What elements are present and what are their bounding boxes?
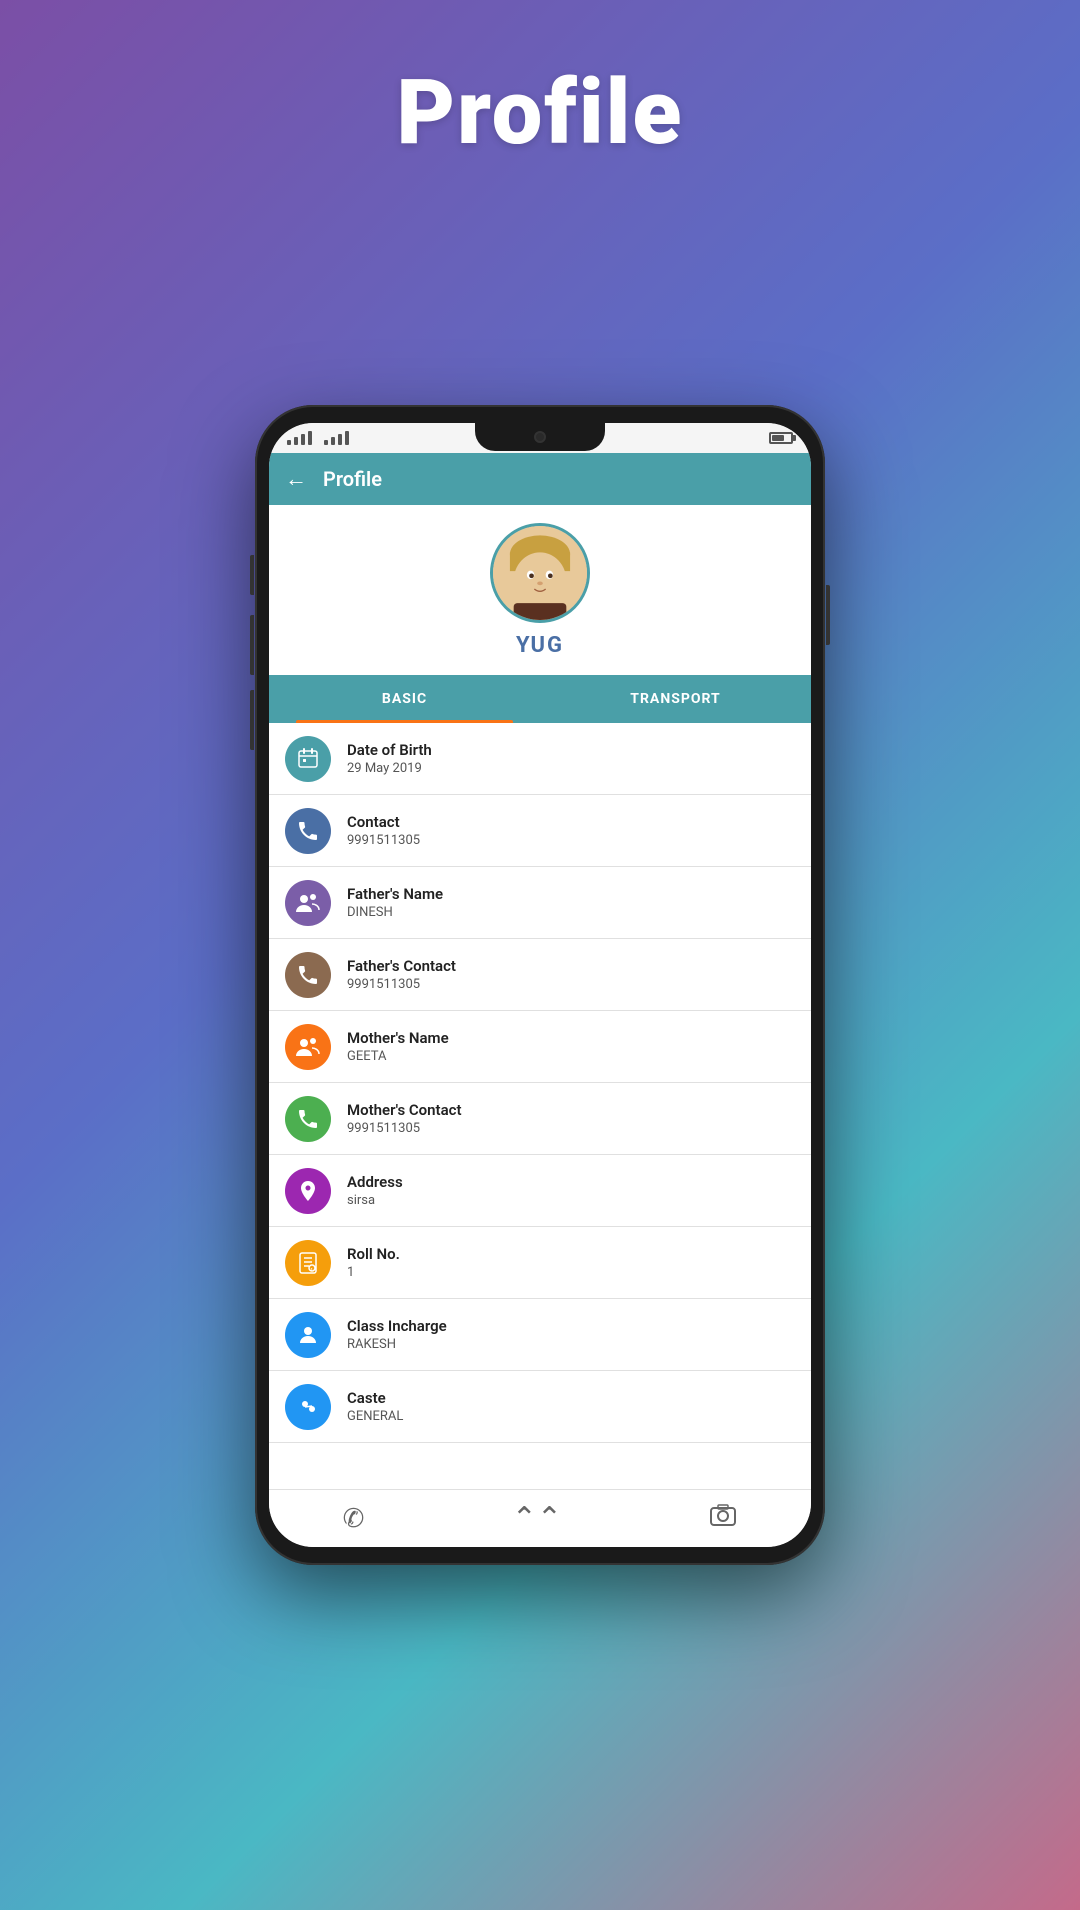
home-nav-icon[interactable]: ⌃⌃ bbox=[512, 1501, 562, 1536]
caste-value: GENERAL bbox=[347, 1409, 403, 1424]
signal-bar-5 bbox=[324, 440, 328, 445]
caste-icon bbox=[285, 1384, 331, 1430]
fathers-contact-icon bbox=[285, 952, 331, 998]
fathers-name-icon bbox=[285, 880, 331, 926]
battery-fill bbox=[772, 435, 784, 441]
tab-transport[interactable]: TRANSPORT bbox=[540, 675, 811, 723]
contact-value: 9991511305 bbox=[347, 833, 420, 848]
roll-no-label: Roll No. bbox=[347, 1245, 400, 1263]
address-text: Address sirsa bbox=[347, 1173, 403, 1208]
class-incharge-icon bbox=[285, 1312, 331, 1358]
list-item-caste: Caste GENERAL bbox=[269, 1371, 811, 1443]
dob-text: Date of Birth 29 May 2019 bbox=[347, 741, 432, 776]
fathers-name-value: DINESH bbox=[347, 905, 443, 920]
list-item-fathers-name: Father's Name DINESH bbox=[269, 867, 811, 939]
roll-no-value: 1 bbox=[347, 1265, 400, 1280]
list-item-roll-no: 1 Roll No. 1 bbox=[269, 1227, 811, 1299]
list-item-class-incharge: Class Incharge RAKESH bbox=[269, 1299, 811, 1371]
mothers-contact-label: Mother's Contact bbox=[347, 1101, 462, 1119]
signal-bar-3 bbox=[301, 434, 305, 445]
dob-label: Date of Birth bbox=[347, 741, 432, 759]
mothers-name-text: Mother's Name GEETA bbox=[347, 1029, 449, 1064]
fathers-contact-label: Father's Contact bbox=[347, 957, 456, 975]
list-item-address: Address sirsa bbox=[269, 1155, 811, 1227]
mothers-name-label: Mother's Name bbox=[347, 1029, 449, 1047]
caste-label: Caste bbox=[347, 1389, 403, 1407]
avatar-image bbox=[493, 526, 587, 620]
caste-text: Caste GENERAL bbox=[347, 1389, 403, 1424]
silent-button bbox=[250, 690, 254, 750]
page-title: Profile bbox=[397, 60, 684, 165]
fathers-contact-value: 9991511305 bbox=[347, 977, 456, 992]
address-icon bbox=[285, 1168, 331, 1214]
phone-device: ← Profile bbox=[255, 405, 825, 1565]
class-incharge-text: Class Incharge RAKESH bbox=[347, 1317, 447, 1352]
signal-bar-2 bbox=[294, 437, 298, 445]
student-name: YUG bbox=[516, 633, 564, 658]
list-item-mothers-contact: Mother's Contact 9991511305 bbox=[269, 1083, 811, 1155]
phone-screen: ← Profile bbox=[269, 423, 811, 1547]
contact-icon bbox=[285, 808, 331, 854]
signal-bar-1 bbox=[287, 440, 291, 445]
fathers-contact-text: Father's Contact 9991511305 bbox=[347, 957, 456, 992]
address-value: sirsa bbox=[347, 1193, 403, 1208]
list-item-dob: Date of Birth 29 May 2019 bbox=[269, 723, 811, 795]
fathers-name-label: Father's Name bbox=[347, 885, 443, 903]
tab-basic[interactable]: BASIC bbox=[269, 675, 540, 723]
mothers-contact-text: Mother's Contact 9991511305 bbox=[347, 1101, 462, 1136]
power-button bbox=[826, 585, 830, 645]
avatar bbox=[490, 523, 590, 623]
phone-nav-icon[interactable]: ✆ bbox=[343, 1504, 365, 1534]
class-incharge-label: Class Incharge bbox=[347, 1317, 447, 1335]
camera-nav-icon[interactable] bbox=[709, 1501, 737, 1536]
mothers-name-icon bbox=[285, 1024, 331, 1070]
mothers-name-value: GEETA bbox=[347, 1049, 449, 1064]
signal-bar-6 bbox=[331, 437, 335, 445]
front-camera bbox=[534, 431, 546, 443]
roll-no-text: Roll No. 1 bbox=[347, 1245, 400, 1280]
signal-bar-7 bbox=[338, 434, 342, 445]
mothers-contact-value: 9991511305 bbox=[347, 1121, 462, 1136]
list-item-fathers-contact: Father's Contact 9991511305 bbox=[269, 939, 811, 1011]
back-button[interactable]: ← bbox=[285, 466, 307, 492]
contact-label: Contact bbox=[347, 813, 420, 831]
profile-list: Date of Birth 29 May 2019 Contact 999151… bbox=[269, 723, 811, 1489]
mothers-contact-icon bbox=[285, 1096, 331, 1142]
svg-text:1: 1 bbox=[311, 1266, 313, 1271]
battery-icon bbox=[769, 432, 793, 444]
fathers-name-text: Father's Name DINESH bbox=[347, 885, 443, 920]
contact-text: Contact 9991511305 bbox=[347, 813, 420, 848]
app-header: ← Profile bbox=[269, 453, 811, 505]
class-incharge-value: RAKESH bbox=[347, 1337, 447, 1352]
tab-bar: BASIC TRANSPORT bbox=[269, 675, 811, 723]
notch bbox=[475, 423, 605, 451]
address-label: Address bbox=[347, 1173, 403, 1191]
signal-bar-8 bbox=[345, 431, 349, 445]
signal-icons bbox=[287, 431, 349, 445]
dob-icon bbox=[285, 736, 331, 782]
bottom-nav: ✆ ⌃⌃ bbox=[269, 1489, 811, 1547]
list-item-contact: Contact 9991511305 bbox=[269, 795, 811, 867]
profile-section: YUG bbox=[269, 505, 811, 675]
volume-up-button bbox=[250, 555, 254, 595]
roll-no-icon: 1 bbox=[285, 1240, 331, 1286]
dob-value: 29 May 2019 bbox=[347, 761, 432, 776]
list-item-mothers-name: Mother's Name GEETA bbox=[269, 1011, 811, 1083]
volume-down-button bbox=[250, 615, 254, 675]
signal-bar-4 bbox=[308, 431, 312, 445]
header-title: Profile bbox=[323, 467, 382, 491]
